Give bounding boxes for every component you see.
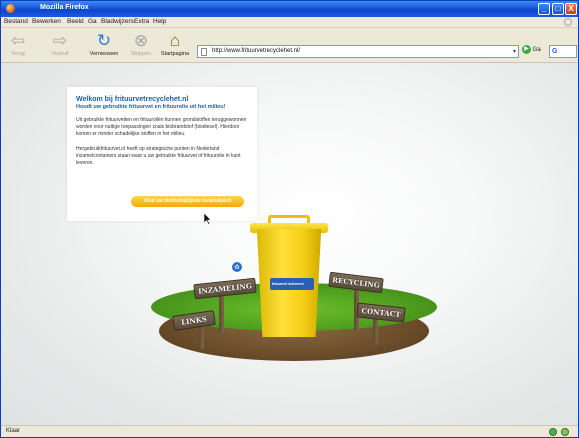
- reload-label: Vernieuwen: [89, 51, 119, 57]
- menu-go[interactable]: Ga: [88, 18, 97, 25]
- status-text: Klaar: [6, 428, 21, 434]
- title-bar: Mozilla Firefox _ □ X: [1, 1, 578, 17]
- menu-tools[interactable]: Extra: [134, 18, 149, 25]
- maximize-button[interactable]: □: [552, 3, 564, 15]
- status-ok-icon: [549, 428, 557, 436]
- firefox-icon: [6, 4, 15, 13]
- status-bar: Klaar: [1, 425, 578, 437]
- go-button[interactable]: ▶ Ga: [522, 45, 541, 54]
- home-button[interactable]: ⌂ Startpagina: [159, 31, 191, 57]
- stop-button[interactable]: ⊗ Stoppen: [129, 31, 153, 57]
- menu-file[interactable]: Bestand: [4, 18, 28, 25]
- bin-sticker: frituurvet inleveren: [270, 278, 314, 290]
- stop-icon: ⊗: [133, 31, 149, 50]
- menu-edit[interactable]: Bewerken: [32, 18, 61, 25]
- page-icon: [201, 48, 207, 56]
- home-label: Startpagina: [160, 51, 190, 57]
- intro-paragraph: Uit gebruikte frituurvetten en frituurol…: [76, 117, 247, 138]
- welcome-subheading: Houdt uw gebruikte frituurvet en frituur…: [76, 104, 226, 110]
- forward-button[interactable]: ⇨ Vooruit: [49, 31, 71, 57]
- welcome-heading: Welkom bij frituurvetrecyclehet.nl: [76, 96, 189, 103]
- sign-post: [219, 295, 224, 333]
- welcome-card: Welkom bij frituurvetrecyclehet.nl Houdt…: [67, 87, 257, 221]
- minimize-button[interactable]: _: [538, 3, 550, 15]
- page-viewport: Welkom bij frituurvetrecyclehet.nl Houdt…: [1, 63, 578, 425]
- back-label: Terug: [11, 51, 25, 57]
- home-icon: ⌂: [169, 31, 181, 50]
- stop-label: Stoppen: [130, 51, 152, 57]
- search-input[interactable]: G: [549, 45, 577, 58]
- address-bar[interactable]: http://www.frituurvetrecyclehet.nl/ ▾: [197, 45, 519, 58]
- address-url: http://www.frituurvetrecyclehet.nl/: [212, 48, 301, 54]
- back-button[interactable]: ⇦ Terug: [7, 31, 29, 57]
- close-button[interactable]: X: [565, 3, 577, 15]
- reload-button[interactable]: ↻ Vernieuwen: [89, 31, 119, 57]
- recycle-badge-icon: ♻: [231, 261, 243, 273]
- arrow-right-icon: ⇨: [52, 31, 68, 50]
- chevron-down-icon[interactable]: ▾: [513, 48, 516, 55]
- find-collection-point-button[interactable]: Vind uw dichtstbijzijnde inzamelpunt: [131, 196, 244, 207]
- menu-view[interactable]: Beeld: [67, 18, 84, 25]
- throbber-icon: [564, 18, 572, 26]
- go-label: Ga: [532, 47, 541, 54]
- google-icon: G: [552, 48, 558, 55]
- reload-icon: ↻: [96, 31, 112, 50]
- browser-window: Mozilla Firefox _ □ X Bestand Bewerken B…: [0, 0, 579, 438]
- forward-label: Vooruit: [51, 51, 69, 57]
- mouse-cursor-icon: [204, 213, 212, 225]
- menu-help[interactable]: Help: [153, 18, 166, 25]
- go-arrow-icon: ▶: [522, 45, 531, 54]
- arrow-left-icon: ⇦: [10, 31, 26, 50]
- menu-bar: Bestand Bewerken Beeld Ga Bladwijzers Ex…: [1, 17, 578, 28]
- menu-bookmarks[interactable]: Bladwijzers: [101, 18, 134, 25]
- window-title: Mozilla Firefox: [40, 4, 89, 11]
- sign-post: [199, 325, 204, 349]
- network-paragraph: Hergebruikfrituurvet.nl heeft op strateg…: [76, 145, 241, 167]
- status-secure-icon: [561, 428, 569, 436]
